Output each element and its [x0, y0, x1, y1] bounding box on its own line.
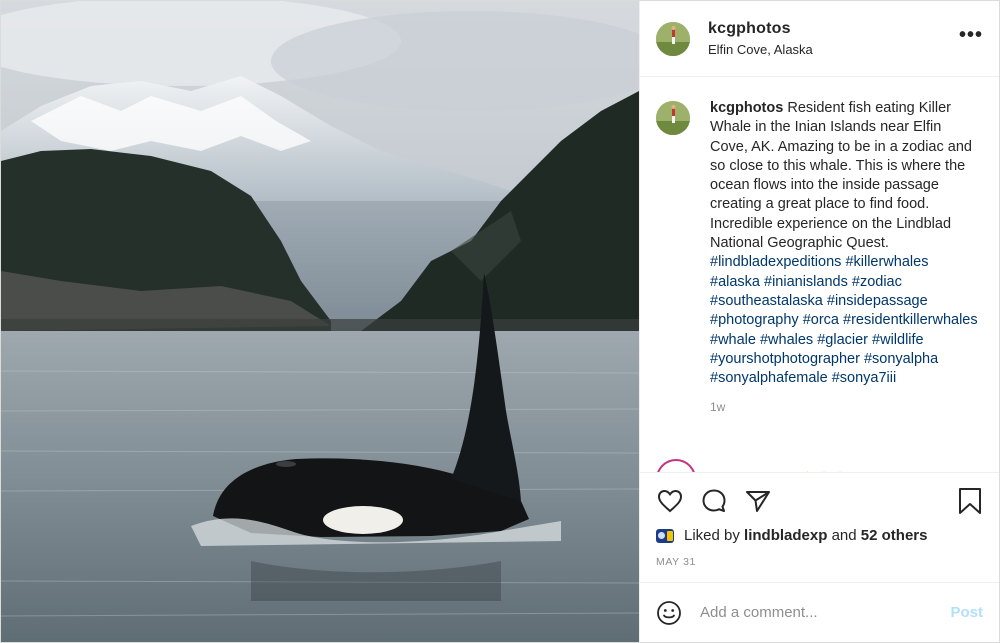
comment-preview: lindbladexp 🌟😍😍 [656, 459, 848, 472]
comment-input[interactable] [700, 604, 951, 621]
header-username[interactable]: kcgphotos [708, 20, 959, 38]
hashtag-link[interactable]: #whales [760, 332, 813, 348]
comments-section[interactable]: kcgphotos Resident fish eating Killer Wh… [640, 77, 999, 472]
commenter-username[interactable]: lindbladexp [716, 471, 794, 472]
hashtag-link[interactable]: #wildlife [872, 332, 924, 348]
heart-icon[interactable] [656, 487, 684, 515]
likes-summary: Liked by lindbladexp and 52 others [656, 527, 983, 544]
post-photo[interactable] [1, 1, 639, 642]
comment-icon[interactable] [700, 487, 728, 515]
post-date[interactable]: MAY 31 [656, 556, 983, 568]
location-link[interactable]: Elfin Cove, Alaska [708, 42, 959, 57]
add-comment-bar: Post [640, 582, 999, 642]
hashtag-link[interactable]: #southeastalaska [710, 293, 823, 309]
liker-username[interactable]: lindbladexp [744, 527, 827, 544]
post-details-panel: kcgphotos Elfin Cove, Alaska ••• kcgphot… [639, 1, 999, 642]
post-header: kcgphotos Elfin Cove, Alaska ••• [640, 1, 999, 77]
hashtag-link[interactable]: #sonya7iii [832, 370, 897, 386]
smiley-icon[interactable] [656, 600, 682, 626]
ellipsis-icon[interactable]: ••• [959, 25, 983, 53]
post-card: kcgphotos Elfin Cove, Alaska ••• kcgphot… [0, 0, 1000, 643]
hashtag-link[interactable]: #glacier [817, 332, 868, 348]
avatar[interactable] [656, 21, 690, 56]
caption-text: kcgphotos Resident fish eating Killer Wh… [710, 99, 982, 388]
hashtag-link[interactable]: #whale [710, 332, 756, 348]
commenter-avatar[interactable] [656, 459, 696, 472]
caption-username[interactable]: kcgphotos [710, 100, 783, 116]
actions-area: Liked by lindbladexp and 52 others MAY 3… [640, 472, 999, 582]
liker-avatar[interactable] [656, 528, 674, 543]
caption-avatar[interactable] [656, 101, 690, 135]
likes-prefix: Liked by [684, 527, 740, 544]
avatar-image [656, 101, 690, 135]
avatar-image [656, 21, 690, 56]
hashtag-link[interactable]: #inianislands [764, 274, 848, 290]
hashtag-link[interactable]: #alaska [710, 274, 760, 290]
hashtag-link[interactable]: #orca [803, 312, 839, 328]
action-bar [656, 485, 983, 517]
post-comment-button[interactable]: Post [950, 604, 983, 621]
hashtag-link[interactable]: #yourshotphotographer [710, 351, 860, 367]
orca-photo-image [1, 1, 639, 642]
hashtag-link[interactable]: #zodiac [852, 274, 902, 290]
caption-row: kcgphotos Resident fish eating Killer Wh… [656, 99, 983, 388]
hashtag-link[interactable]: #sonyalphafemale [710, 370, 828, 386]
hashtag-link[interactable]: #killerwhales [845, 254, 928, 270]
caption-body: Resident fish eating Killer Whale in the… [710, 100, 972, 252]
caption-hashtags: #lindbladexpeditions #killerwhales #alas… [710, 254, 978, 386]
likes-count[interactable]: 52 others [861, 527, 928, 544]
paper-plane-icon[interactable] [744, 487, 772, 515]
hashtag-link[interactable]: #residentkillerwhales [843, 312, 978, 328]
header-text: kcgphotos Elfin Cove, Alaska [708, 20, 959, 57]
likes-conjunction: and [831, 527, 857, 544]
hashtag-link[interactable]: #lindbladexpeditions [710, 254, 841, 270]
post-age[interactable]: 1w [710, 400, 983, 414]
hashtag-link[interactable]: #insidepassage [827, 293, 928, 309]
comment-emoji: 🌟😍😍 [800, 471, 849, 472]
hashtag-link[interactable]: #sonyalpha [864, 351, 938, 367]
bookmark-icon[interactable] [957, 487, 983, 515]
hashtag-link[interactable]: #photography [710, 312, 799, 328]
